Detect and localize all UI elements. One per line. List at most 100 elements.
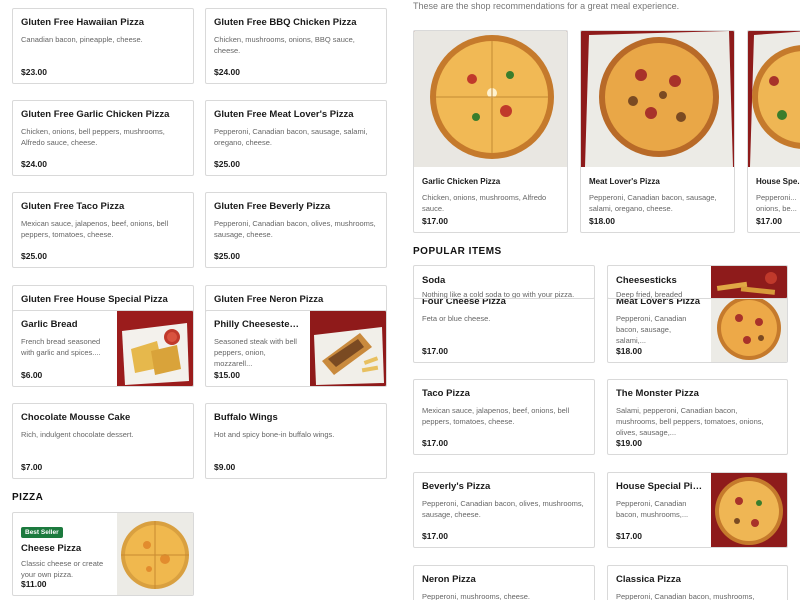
item-price: $19.00 bbox=[616, 438, 642, 448]
recommended-item-card[interactable]: Garlic Chicken Pizza Chicken, onions, mu… bbox=[413, 30, 568, 233]
menu-item-card[interactable]: Buffalo Wings Hot and spicy bone-in buff… bbox=[205, 403, 387, 479]
item-description: Deep fried, breaded bbox=[616, 290, 683, 299]
item-title: Garlic Chicken Pizza bbox=[422, 177, 501, 186]
item-description: Nothing like a cold soda to go with your… bbox=[422, 290, 575, 299]
item-description: Feta or blue cheese. bbox=[422, 314, 491, 323]
menu-item-card[interactable]: Chocolate Mousse Cake Rich, indulgent ch… bbox=[12, 403, 194, 479]
menu-item-card[interactable]: Classica Pizza Pepperoni, Canadian bacon… bbox=[607, 565, 788, 600]
item-price: $18.00 bbox=[589, 216, 615, 226]
menu-item-card[interactable]: Beverly's Pizza Pepperoni, Canadian baco… bbox=[413, 472, 595, 548]
recommendations-intro: These are the shop recommendations for a… bbox=[413, 1, 680, 11]
item-title: House Special Pizza bbox=[616, 481, 703, 492]
house-special-pizza-image bbox=[711, 473, 787, 547]
item-description: Chicken, onions, bell peppers, mushrooms… bbox=[21, 127, 165, 147]
item-description: Salami, pepperoni, Canadian bacon, mushr… bbox=[616, 406, 764, 437]
menu-item-card[interactable]: Philly Cheesesteak... Seasoned steak wit… bbox=[205, 310, 387, 387]
item-description: Pepperoni, Canadian bacon, olives, mushr… bbox=[214, 219, 376, 239]
item-price: $17.00 bbox=[422, 216, 448, 226]
menu-item-card[interactable]: Gluten Free Taco Pizza Mexican sauce, ja… bbox=[12, 192, 194, 268]
item-title: Gluten Free Neron Pizza bbox=[214, 294, 324, 305]
item-title: Philly Cheesesteak... bbox=[214, 319, 302, 330]
menu-item-card[interactable]: Gluten Free Garlic Chicken Pizza Chicken… bbox=[12, 100, 194, 176]
item-price: $25.00 bbox=[214, 251, 240, 261]
item-description: Classic cheese or create your own pizza. bbox=[21, 559, 104, 579]
item-description: Pepperoni, Canadian bacon, olives, mushr… bbox=[422, 499, 584, 519]
item-price: $6.00 bbox=[21, 370, 43, 380]
menu-item-card[interactable]: Cheesesticks Deep fried, breaded bbox=[607, 265, 788, 299]
item-title: Gluten Free Garlic Chicken Pizza bbox=[21, 109, 170, 120]
item-price: $17.00 bbox=[756, 216, 782, 226]
menu-item-card[interactable]: The Monster Pizza Salami, pepperoni, Can… bbox=[607, 379, 788, 455]
meat-lovers-pizza-image bbox=[581, 31, 734, 167]
cheese-pizza-image bbox=[117, 513, 193, 595]
menu-item-card[interactable]: Gluten Free Meat Lover's Pizza Pepperoni… bbox=[205, 100, 387, 176]
item-title: Garlic Bread bbox=[21, 319, 78, 330]
item-title: Beverly's Pizza bbox=[422, 481, 491, 492]
best-seller-badge: Best Seller bbox=[21, 527, 63, 538]
item-description: Canadian bacon, pineapple, cheese. bbox=[21, 35, 143, 44]
item-price: $25.00 bbox=[21, 251, 47, 261]
item-description: Chicken, onions, mushrooms, Alfredo sauc… bbox=[422, 193, 547, 213]
menu-item-card[interactable]: Gluten Free Hawaiian Pizza Canadian baco… bbox=[12, 8, 194, 84]
item-price: $18.00 bbox=[616, 346, 642, 356]
item-description: Pepperoni, mushrooms, cheese. bbox=[422, 592, 530, 600]
section-title-pizza: PIZZA bbox=[12, 492, 44, 503]
item-description: Pepperoni, Canadian bacon, sausage, sala… bbox=[616, 314, 687, 345]
item-price: $23.00 bbox=[21, 67, 47, 77]
item-title: Gluten Free Beverly Pizza bbox=[214, 201, 331, 212]
item-price: $17.00 bbox=[422, 438, 448, 448]
item-description: Chicken, mushrooms, onions, BBQ sauce, c… bbox=[214, 35, 355, 55]
item-price: $11.00 bbox=[21, 579, 47, 589]
recommended-item-card[interactable]: House Spe... Pepperoni... onions, be... … bbox=[747, 30, 800, 233]
item-title: Chocolate Mousse Cake bbox=[21, 412, 131, 423]
item-title: Cheese Pizza bbox=[21, 543, 82, 554]
item-description: Pepperoni, Canadian bacon, sausage, sala… bbox=[589, 193, 717, 213]
item-title: Gluten Free Meat Lover's Pizza bbox=[214, 109, 354, 120]
item-description: Pepperoni... onions, be... bbox=[756, 193, 797, 213]
item-description: Pepperoni, Canadian bacon, sausage, sala… bbox=[214, 127, 368, 147]
item-title: The Monster Pizza bbox=[616, 388, 699, 399]
item-title: Gluten Free Taco Pizza bbox=[21, 201, 125, 212]
item-price: $17.00 bbox=[422, 531, 448, 541]
item-description: Hot and spicy bone-in buffalo wings. bbox=[214, 430, 335, 439]
menu-item-card[interactable]: Gluten Free BBQ Chicken Pizza Chicken, m… bbox=[205, 8, 387, 84]
item-description: Pepperoni, Canadian bacon, mushrooms,... bbox=[616, 499, 689, 519]
item-price: $25.00 bbox=[214, 159, 240, 169]
item-title: Gluten Free House Special Pizza bbox=[21, 294, 168, 305]
garlic-chicken-pizza-image bbox=[414, 31, 567, 167]
meat-lovers-pizza-image bbox=[711, 288, 787, 362]
item-title: House Spe... bbox=[756, 177, 800, 186]
menu-item-card[interactable]: Gluten Free Beverly Pizza Pepperoni, Can… bbox=[205, 192, 387, 268]
item-price: $24.00 bbox=[214, 67, 240, 77]
item-title: Meat Lover's Pizza bbox=[589, 177, 660, 186]
item-description: French bread seasoned with garlic and sp… bbox=[21, 337, 101, 357]
menu-item-card[interactable]: Taco Pizza Mexican sauce, jalapenos, bee… bbox=[413, 379, 595, 455]
item-title: Soda bbox=[422, 275, 446, 286]
item-title: Classica Pizza bbox=[616, 574, 681, 585]
garlic-bread-image bbox=[117, 311, 193, 386]
menu-item-card[interactable]: Soda Nothing like a cold soda to go with… bbox=[413, 265, 595, 299]
item-price: $7.00 bbox=[21, 462, 43, 472]
item-price: $9.00 bbox=[214, 462, 236, 472]
menu-item-card[interactable]: Neron Pizza Pepperoni, mushrooms, cheese… bbox=[413, 565, 595, 600]
item-title: Buffalo Wings bbox=[214, 412, 278, 423]
cheesesticks-image bbox=[711, 266, 787, 298]
menu-item-card[interactable]: Garlic Bread French bread seasoned with … bbox=[12, 310, 194, 387]
item-price: $17.00 bbox=[616, 531, 642, 541]
item-title: Gluten Free BBQ Chicken Pizza bbox=[214, 17, 357, 28]
house-special-pizza-image bbox=[748, 31, 800, 167]
item-title: Taco Pizza bbox=[422, 388, 470, 399]
item-description: Mexican sauce, jalapenos, beef, onions, … bbox=[422, 406, 570, 426]
item-title: Cheesesticks bbox=[616, 275, 677, 286]
recommended-item-card[interactable]: Meat Lover's Pizza Pepperoni, Canadian b… bbox=[580, 30, 735, 233]
item-price: $15.00 bbox=[214, 370, 240, 380]
item-price: $24.00 bbox=[21, 159, 47, 169]
item-description: Rich, indulgent chocolate dessert. bbox=[21, 430, 134, 439]
item-price: $17.00 bbox=[422, 346, 448, 356]
item-description: Mexican sauce, jalapenos, beef, onions, … bbox=[21, 219, 169, 239]
menu-item-card[interactable]: Best Seller Cheese Pizza Classic cheese … bbox=[12, 512, 194, 596]
menu-item-card[interactable]: House Special Pizza Pepperoni, Canadian … bbox=[607, 472, 788, 548]
item-description: Pepperoni, Canadian bacon, mushrooms, ch… bbox=[616, 592, 755, 600]
item-title: Gluten Free Hawaiian Pizza bbox=[21, 17, 145, 28]
item-title: Neron Pizza bbox=[422, 574, 476, 585]
